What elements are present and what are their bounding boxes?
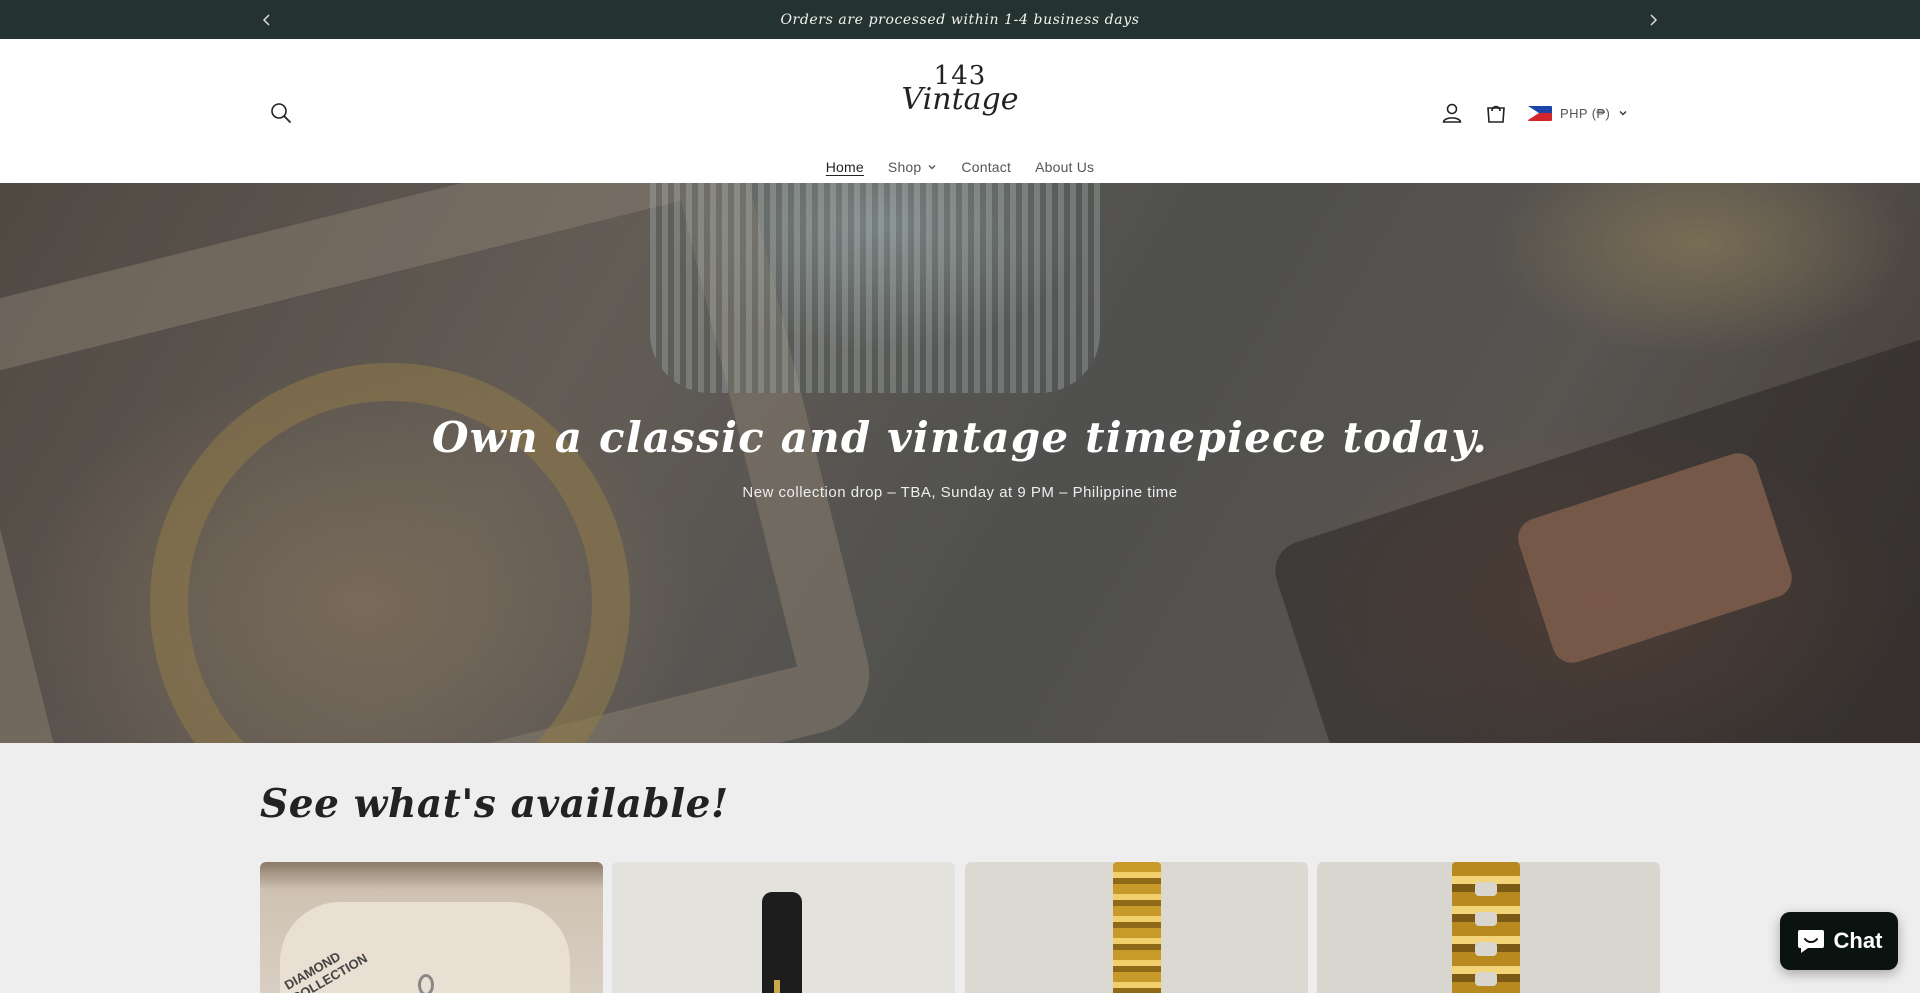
cart-icon (1487, 105, 1505, 123)
chevron-right-icon (1650, 13, 1658, 26)
buckle-image (774, 980, 780, 993)
chevron-down-icon (1619, 111, 1627, 116)
nav-item-contact[interactable]: Contact (961, 159, 1011, 175)
product-card[interactable] (1317, 862, 1660, 993)
announcement-prev-button[interactable] (252, 0, 282, 39)
chevron-down-icon (928, 165, 936, 170)
featured-collection: See what's available! DIAMOND COLLECTION (0, 743, 1920, 993)
nav-item-home[interactable]: Home (826, 159, 864, 175)
product-image (1113, 862, 1161, 993)
nav-item-about-us[interactable]: About Us (1035, 159, 1094, 175)
account-button[interactable] (1434, 95, 1470, 131)
main-nav: Home Shop Contact About Us (0, 153, 1920, 181)
search-button[interactable] (263, 95, 299, 131)
nav-item-label: Home (825, 159, 864, 175)
ring-image (418, 974, 434, 993)
chat-label: Chat (1833, 928, 1883, 953)
product-card[interactable] (612, 862, 955, 993)
currency-selector[interactable]: PHP (₱) (1528, 102, 1628, 124)
nav-item-shop[interactable]: Shop (888, 159, 938, 175)
product-card[interactable]: DIAMOND COLLECTION (260, 862, 603, 993)
nav-item-label: Shop (887, 159, 922, 175)
hero-title: Own a classic and vintage timepiece toda… (432, 413, 1488, 462)
collection-title: See what's available! (260, 781, 729, 827)
product-card[interactable] (965, 862, 1308, 993)
chat-button[interactable]: Chat (1780, 912, 1898, 970)
site-header: 143 Vintage PHP (₱) Home Shop Contact Ab… (0, 39, 1920, 183)
chat-bubble-icon (1797, 930, 1824, 953)
hero-subtitle: New collection drop – TBA, Sunday at 9 P… (742, 484, 1178, 501)
account-icon (1442, 103, 1462, 123)
hero-banner: Own a classic and vintage timepiece toda… (0, 183, 1920, 743)
site-logo[interactable]: 143 Vintage (900, 63, 1020, 129)
announcement-text: Orders are processed within 1-4 business… (780, 11, 1140, 28)
hero-content: Own a classic and vintage timepiece toda… (0, 413, 1920, 501)
currency-label: PHP (₱) (1560, 105, 1611, 121)
chevron-left-icon (262, 13, 270, 26)
cart-button[interactable] (1478, 95, 1514, 131)
search-icon (271, 103, 291, 123)
announcement-next-button[interactable] (1638, 0, 1668, 39)
announcement-bar: Orders are processed within 1-4 business… (0, 0, 1920, 39)
nav-item-label: Contact (961, 159, 1012, 175)
philippines-flag-icon (1528, 105, 1552, 121)
chain-link-detail (1475, 882, 1497, 896)
nav-item-label: About Us (1035, 159, 1095, 175)
logo-word: Vintage (901, 82, 1019, 117)
product-image (762, 892, 802, 993)
